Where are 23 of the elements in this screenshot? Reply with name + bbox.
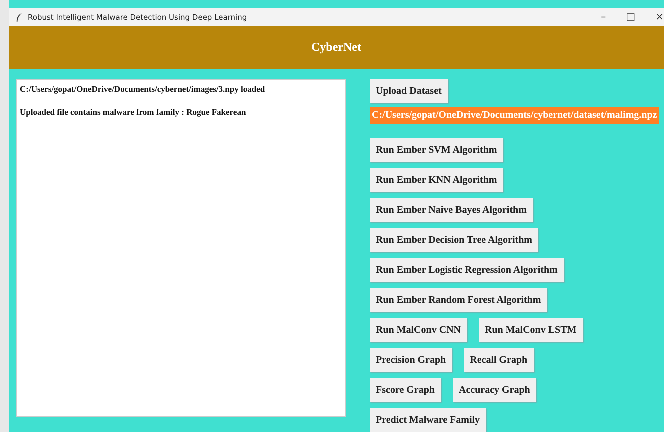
maximize-button[interactable]: □	[626, 12, 636, 23]
action-button[interactable]: Fscore Graph	[370, 378, 441, 402]
close-button[interactable]: ×	[656, 12, 664, 23]
action-button[interactable]: Precision Graph	[370, 348, 452, 372]
action-button[interactable]: Run Ember Decision Tree Algorithm	[370, 228, 538, 252]
minimize-button[interactable]: –	[601, 12, 606, 23]
output-text-area[interactable]: C:/Users/gopat/OneDrive/Documents/cybernet/images/3.npy loaded Uploaded file contains malware from family : Rogue Fakerean	[16, 79, 346, 417]
output-line: C:/Users/gopat/OneDrive/Documents/cybernet/images/3.npy loaded	[20, 84, 266, 94]
action-button[interactable]: Run Ember Random Forest Algorithm	[370, 288, 548, 312]
action-button[interactable]: Predict Malware Family	[370, 408, 486, 432]
action-button[interactable]: Run Ember Naive Bayes Algorithm	[370, 198, 533, 222]
action-button[interactable]: Run Ember KNN Algorithm	[370, 168, 504, 192]
action-button[interactable]: Run Ember SVM Algorithm	[370, 138, 504, 162]
output-line: Uploaded file contains malware from family : Rogue Fakerean	[20, 107, 248, 117]
app-title: CyberNet	[312, 40, 362, 56]
action-button[interactable]: Run MalConv CNN	[370, 318, 468, 342]
action-button[interactable]: Accuracy Graph	[452, 378, 536, 402]
action-button[interactable]: Recall Graph	[464, 348, 534, 372]
action-button[interactable]: Run Ember Logistic Regression Algorithm	[370, 258, 564, 282]
action-button[interactable]: Run MalConv LSTM	[479, 318, 583, 342]
dataset-path-label: C:/Users/gopat/OneDrive/Documents/cybernet/dataset/malimg.npz	[370, 107, 660, 124]
upload-dataset-button[interactable]: Upload Dataset	[370, 79, 448, 103]
feather-icon	[16, 12, 23, 22]
